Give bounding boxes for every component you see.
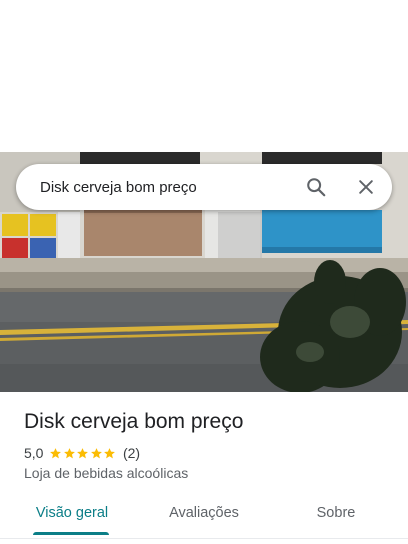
search-input[interactable]: Disk cerveja bom preço bbox=[16, 179, 296, 196]
search-button[interactable] bbox=[296, 167, 336, 207]
tab-overview[interactable]: Visão geral bbox=[30, 496, 114, 536]
rating-value: 5,0 bbox=[24, 445, 44, 461]
search-icon bbox=[307, 178, 326, 197]
place-category[interactable]: Loja de bebidas alcoólicas bbox=[24, 465, 188, 481]
review-count[interactable]: (2) bbox=[123, 445, 140, 461]
star-icon bbox=[104, 447, 116, 458]
active-tab-indicator bbox=[33, 532, 109, 535]
tab-about[interactable]: Sobre bbox=[296, 496, 376, 536]
star-icon bbox=[91, 447, 102, 458]
rating-stars bbox=[49, 447, 117, 460]
place-title: Disk cerveja bom preço bbox=[24, 410, 244, 433]
close-button[interactable] bbox=[346, 167, 386, 207]
tab-reviews[interactable]: Avaliações bbox=[162, 496, 246, 536]
place-tabs: Visão geral Avaliações Sobre bbox=[0, 496, 408, 536]
star-icon bbox=[50, 447, 62, 458]
tabs-divider bbox=[0, 538, 408, 539]
search-bar[interactable]: Disk cerveja bom preço bbox=[16, 164, 392, 210]
star-icon bbox=[64, 447, 75, 458]
rating-row[interactable]: 5,0 (2) bbox=[24, 444, 140, 462]
star-icon bbox=[77, 447, 89, 458]
close-icon bbox=[359, 180, 373, 194]
